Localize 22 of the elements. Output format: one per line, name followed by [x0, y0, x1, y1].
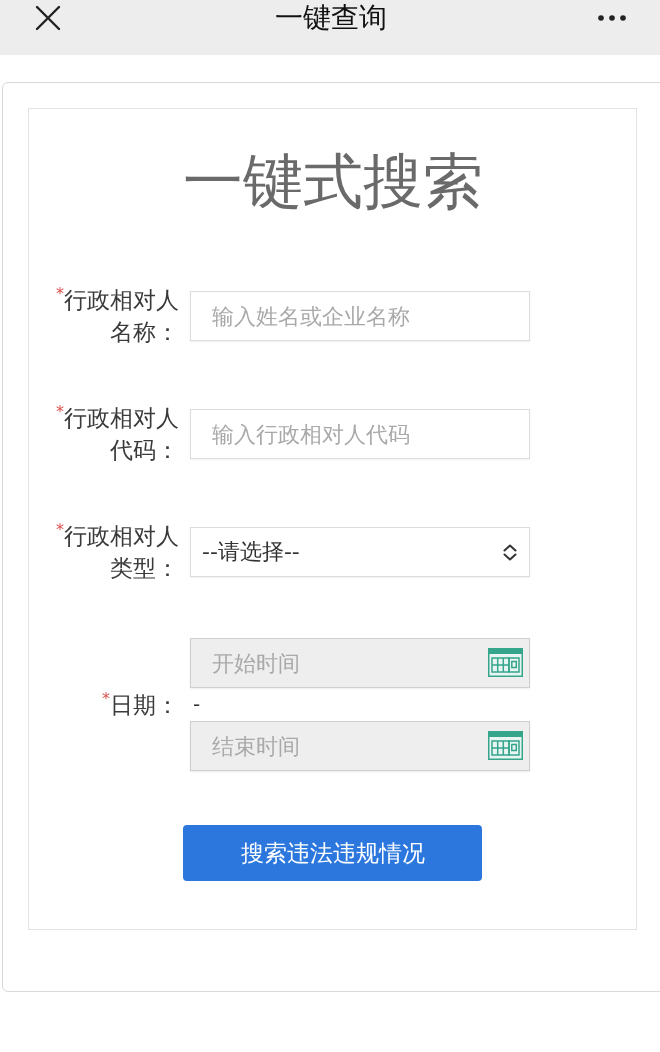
chevron-up-down-icon: [502, 542, 518, 562]
range-separator: -: [192, 691, 201, 718]
select-field[interactable]: --请选择--: [190, 527, 530, 577]
form-title: 一键式搜索: [181, 146, 484, 216]
required-mark: *: [56, 520, 64, 539]
required-mark: *: [102, 688, 110, 708]
date-field[interactable]: 结束时间: [190, 721, 530, 771]
close-icon[interactable]: [35, 5, 61, 31]
page-title: 一键查询: [274, 0, 387, 36]
text-field[interactable]: 输入姓名或企业名称: [190, 291, 530, 341]
field-label: 行政相对人类型：: [64, 523, 179, 581]
field-label: 行政相对人代码：: [64, 405, 179, 463]
text-field[interactable]: 输入行政相对人代码: [190, 409, 530, 459]
field-label: 日期：: [110, 691, 179, 718]
required-mark: *: [56, 402, 64, 421]
field-label: 行政相对人名称：: [64, 287, 179, 345]
search-button[interactable]: 搜索违法违规情况: [183, 825, 482, 881]
calendar-icon[interactable]: [488, 648, 523, 677]
calendar-icon[interactable]: [488, 731, 523, 760]
date-field[interactable]: 开始时间: [190, 638, 530, 688]
more-icon[interactable]: [598, 15, 626, 21]
required-mark: *: [56, 284, 64, 303]
